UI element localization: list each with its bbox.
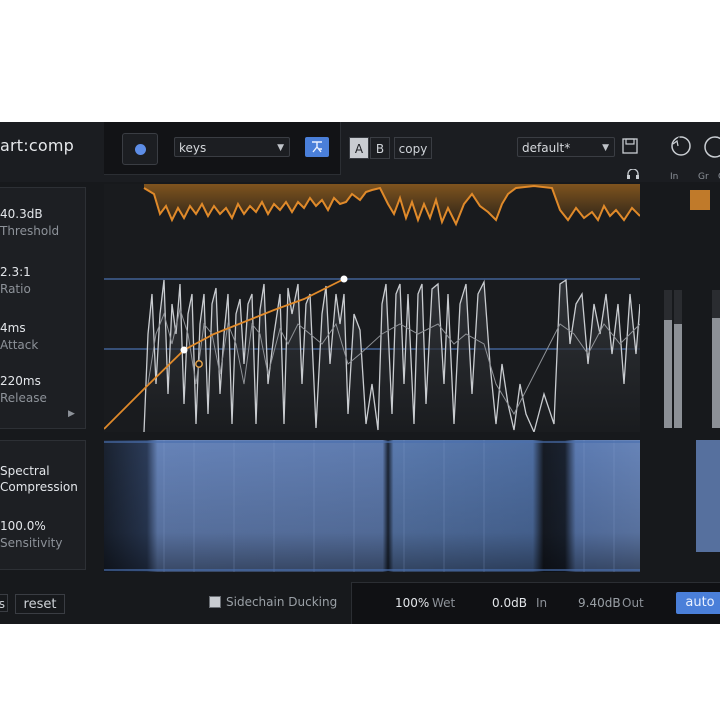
release-value: 220ms: [0, 374, 41, 388]
spectral-title-1: Spectral: [0, 464, 50, 478]
in-meter-left: [664, 290, 672, 428]
spectral-title-2: Compression: [0, 480, 78, 494]
keys-panel: keys ▼: [104, 122, 341, 175]
spectral-meter: [696, 440, 720, 552]
headphones-icon[interactable]: [626, 168, 640, 181]
attack-value: 4ms: [0, 321, 26, 335]
wet-value[interactable]: 100%: [395, 596, 429, 610]
sensitivity-param[interactable]: 100.0% Sensitivity: [0, 519, 62, 550]
attack-param[interactable]: 4ms Attack: [0, 321, 38, 352]
record-dot-icon: [135, 144, 146, 155]
undo-icon[interactable]: [668, 134, 694, 160]
release-param[interactable]: 220ms Release: [0, 374, 47, 405]
ratio-label: Ratio: [0, 282, 31, 296]
b-button[interactable]: B: [370, 137, 390, 159]
out-meter: [712, 290, 720, 428]
chevron-down-icon: ▼: [602, 143, 609, 153]
expand-arrow-icon[interactable]: ▶: [68, 409, 75, 419]
profile-select-value: keys: [179, 141, 207, 155]
attack-label: Attack: [0, 338, 39, 352]
power-icon[interactable]: [702, 134, 720, 160]
learn-button[interactable]: [305, 137, 329, 157]
preset-select-value: default*: [522, 141, 571, 155]
wet-label: Wet: [432, 596, 456, 610]
release-label: Release: [0, 391, 47, 405]
input-gain-value[interactable]: 0.0dB: [492, 596, 527, 610]
in-meter-right: [674, 290, 682, 428]
output-gain-value[interactable]: 9.40dB: [578, 596, 621, 610]
auto-button[interactable]: auto: [676, 592, 720, 614]
learn-icon: [312, 141, 322, 153]
record-button[interactable]: [122, 133, 158, 165]
ratio-param[interactable]: 2.3:1 Ratio: [0, 265, 31, 296]
bottom-bar: s reset Sidechain Ducking 100% Wet 0.0dB…: [0, 582, 720, 624]
output-gain-label: Out: [622, 596, 644, 610]
preset-select[interactable]: default* ▼: [517, 137, 615, 157]
threshold-value: 40.3dB: [0, 207, 43, 221]
ratio-value: 2.3:1: [0, 265, 31, 279]
plugin-window: art:comp keys ▼ A B copy default* ▼ 40.3…: [0, 122, 720, 624]
threshold-param[interactable]: 40.3dB Threshold: [0, 207, 59, 238]
bypass-button[interactable]: s: [0, 594, 8, 612]
spectral-display[interactable]: [104, 440, 640, 572]
level-indicator: [195, 360, 203, 368]
top-bar: art:comp keys ▼ A B copy default* ▼: [0, 122, 720, 182]
compressor-params: 40.3dB Threshold 2.3:1 Ratio 4ms Attack …: [0, 187, 86, 429]
meter-in-label: In: [670, 172, 679, 182]
threshold-label: Threshold: [0, 224, 60, 238]
profile-select[interactable]: keys ▼: [174, 137, 290, 157]
sidechain-checkbox[interactable]: [209, 596, 221, 608]
output-controls: 100% Wet 0.0dB In 9.40dB Out auto: [351, 582, 720, 624]
meters: In Gr C: [658, 162, 720, 582]
gr-meter-bar: [690, 190, 710, 210]
plugin-title: art:comp: [0, 136, 74, 155]
knee-handle[interactable]: [180, 346, 188, 354]
copy-button[interactable]: copy: [394, 137, 432, 159]
meter-gr-label: Gr: [698, 172, 709, 182]
sensitivity-label: Sensitivity: [0, 536, 63, 550]
spectral-compression-toggle[interactable]: Spectral Compression: [0, 463, 78, 495]
a-button[interactable]: A: [349, 137, 369, 159]
compression-graph[interactable]: [104, 184, 640, 432]
spectral-params: Spectral Compression 100.0% Sensitivity: [0, 440, 86, 570]
chevron-down-icon: ▼: [277, 143, 284, 153]
ceiling-handle[interactable]: [340, 275, 348, 283]
save-icon[interactable]: [620, 137, 640, 157]
reset-button[interactable]: reset: [15, 594, 65, 614]
sensitivity-value: 100.0%: [0, 519, 46, 533]
input-gain-label: In: [536, 596, 548, 610]
sidechain-label: Sidechain Ducking: [226, 595, 338, 609]
